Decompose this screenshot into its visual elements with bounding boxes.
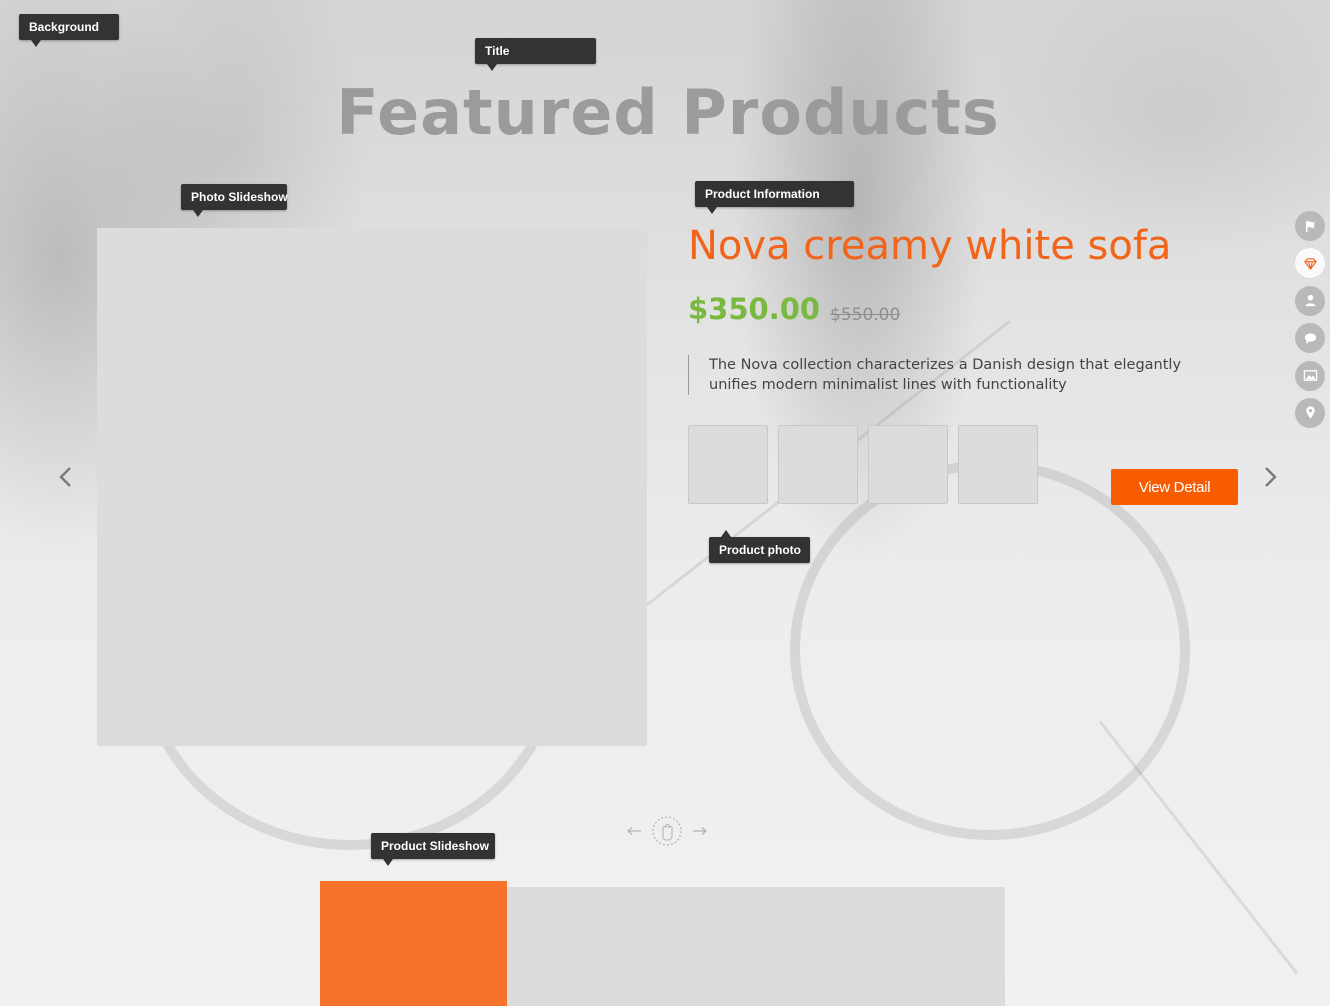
product-photo-thumbnail[interactable] xyxy=(958,425,1038,504)
user-icon xyxy=(1304,295,1316,307)
side-nav-image[interactable] xyxy=(1295,360,1325,391)
view-detail-button[interactable]: View Detail xyxy=(1111,469,1238,505)
tooltip-product-photo: Product photo xyxy=(709,530,810,563)
photo-slideshow[interactable] xyxy=(97,228,647,746)
side-nav-diamond[interactable] xyxy=(1295,248,1325,279)
product-slideshow[interactable] xyxy=(507,887,1005,1006)
product-photo-thumbnail[interactable] xyxy=(688,425,768,504)
product-photo-thumbnail[interactable] xyxy=(778,425,858,504)
product-description: The Nova collection characterizes a Dani… xyxy=(688,355,1228,395)
previous-slide-button[interactable] xyxy=(54,462,78,492)
product-name: Nova creamy white sofa xyxy=(688,223,1172,269)
swipe-hint xyxy=(625,815,709,849)
side-nav-chat[interactable] xyxy=(1295,323,1325,354)
side-nav-map-pin[interactable] xyxy=(1295,397,1325,428)
image-icon xyxy=(1303,370,1317,381)
tooltip-photo-slideshow: Photo Slideshow xyxy=(181,184,288,217)
chevron-right-icon xyxy=(1265,467,1277,487)
product-price: $350.00 xyxy=(688,292,821,326)
side-nav-user[interactable] xyxy=(1295,285,1325,316)
tooltip-background: Background xyxy=(19,14,119,47)
tooltip-title: Title xyxy=(475,38,596,71)
tooltip-product-slideshow: Product Slideshow xyxy=(371,833,495,866)
next-slide-button[interactable] xyxy=(1258,462,1282,492)
chevron-left-icon xyxy=(59,467,71,487)
chat-icon xyxy=(1304,333,1316,344)
page-title: Featured Products xyxy=(336,76,1000,149)
product-slideshow-active-slide[interactable] xyxy=(320,881,507,1006)
background-street-line xyxy=(1098,720,1299,975)
side-navigation xyxy=(1295,211,1325,435)
background-bicycle-wheel xyxy=(790,460,1190,840)
flag-icon xyxy=(1305,220,1314,232)
hand-swipe-icon xyxy=(627,816,707,846)
side-nav-flag[interactable] xyxy=(1295,211,1325,241)
product-old-price: $550.00 xyxy=(830,305,901,325)
map-pin-icon xyxy=(1305,406,1315,420)
tooltip-product-information: Product Information xyxy=(695,181,854,214)
diamond-icon xyxy=(1303,258,1317,270)
product-photo-thumbnail[interactable] xyxy=(868,425,948,504)
